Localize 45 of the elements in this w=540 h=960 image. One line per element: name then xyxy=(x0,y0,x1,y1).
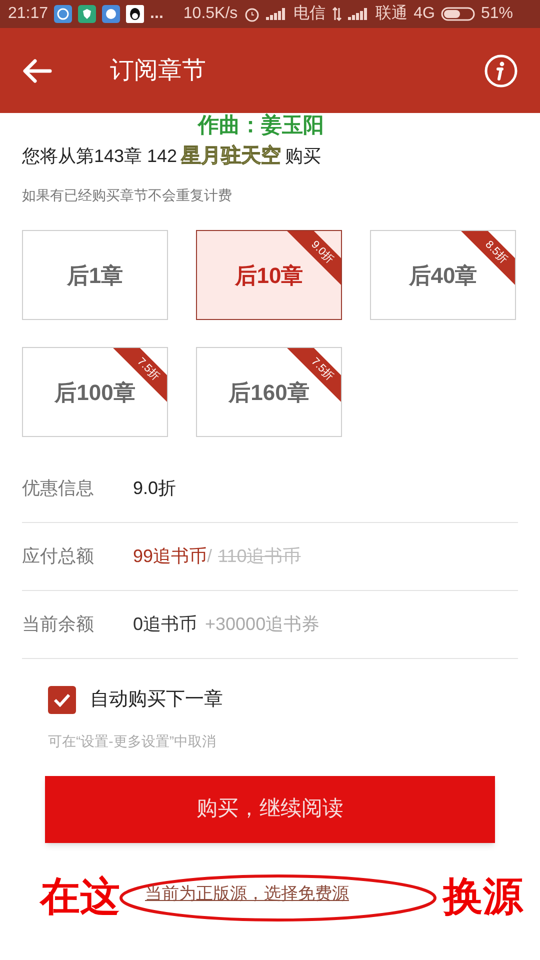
check-icon xyxy=(53,693,71,708)
carrier-name: 电信 xyxy=(294,4,326,24)
info-label: 当前余额 xyxy=(22,613,95,636)
chapter-option[interactable]: 后40章 8.5折 xyxy=(370,230,516,320)
info-label: 应付总额 xyxy=(22,545,95,568)
alarm-icon xyxy=(244,6,260,22)
buy-button[interactable]: 购买，继续阅读 xyxy=(45,776,495,842)
shield-icon xyxy=(78,5,96,23)
price-value: 99追书币 xyxy=(133,545,208,568)
chapter-option[interactable]: 后10章 9.0折 xyxy=(196,230,342,320)
auto-buy-label: 自动购买下一章 xyxy=(90,688,223,712)
auto-buy-checkbox[interactable] xyxy=(48,686,76,714)
chapter-option[interactable]: 后100章 7.5折 xyxy=(22,347,168,437)
battery-level: 51% xyxy=(481,4,514,24)
purchase-notice: 购买 xyxy=(285,144,322,168)
chapter-option[interactable]: 后1章 xyxy=(22,230,168,320)
billing-hint: 如果有已经购买章节不会重复计费 xyxy=(22,186,233,205)
network-type: 4G xyxy=(414,4,435,24)
annotation-text: 换源 xyxy=(443,874,523,920)
network-speed: 10.5K/s xyxy=(183,4,238,24)
signal-icon xyxy=(266,8,288,20)
carrier-name: 联通 xyxy=(376,4,408,24)
penguin-icon xyxy=(126,5,144,23)
back-icon[interactable] xyxy=(22,58,52,84)
signal-icon xyxy=(348,8,370,20)
info-icon[interactable] xyxy=(484,54,518,88)
app-icon xyxy=(54,5,72,23)
original-price: 110追书币 xyxy=(218,545,301,568)
clock: 21:17 xyxy=(8,4,48,24)
annotation-text: 在这 xyxy=(40,874,120,920)
data-arrows-icon xyxy=(332,7,342,21)
balance-value: 0追书币 xyxy=(133,613,198,636)
info-label: 优惠信息 xyxy=(22,477,95,500)
page-title: 订阅章节 xyxy=(110,56,206,86)
chapter-option[interactable]: 后160章 7.5折 xyxy=(196,347,342,437)
more-notifications: ... xyxy=(150,4,164,24)
subtitle-overlay: 星月驻天空 xyxy=(181,144,282,169)
price-separator: / xyxy=(207,545,212,568)
voucher-balance: +30000追书券 xyxy=(205,613,320,636)
battery-icon xyxy=(441,7,475,21)
purchase-notice: 您将从第143章 142 xyxy=(22,144,178,168)
auto-buy-hint: 可在“设置-更多设置”中取消 xyxy=(48,732,217,750)
subtitle-overlay: 作曲：姜玉阳 xyxy=(198,114,324,138)
chat-icon xyxy=(102,5,120,23)
discount-value: 9.0折 xyxy=(133,477,176,500)
